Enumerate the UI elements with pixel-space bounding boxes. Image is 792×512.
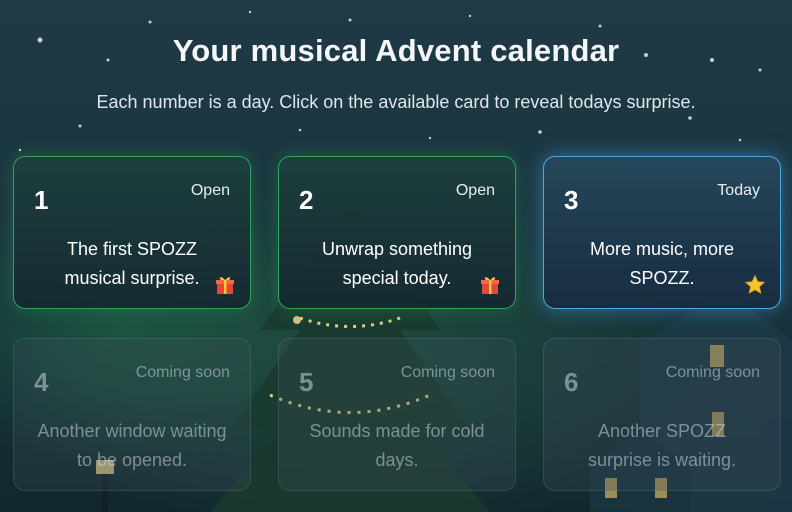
star-icon bbox=[744, 274, 766, 295]
gift-icon bbox=[481, 277, 499, 294]
card-status: Coming soon bbox=[400, 364, 495, 381]
day-card-2[interactable]: 2 Open Unwrap something special today. bbox=[278, 156, 516, 309]
day-number: 1 bbox=[34, 185, 49, 215]
card-description: Another SPOZZ surprise is waiting. bbox=[587, 421, 737, 470]
card-description: Unwrap something special today. bbox=[321, 239, 473, 288]
card-description: The first SPOZZ musical surprise. bbox=[64, 239, 200, 288]
card-description: Sounds made for cold days. bbox=[309, 421, 485, 470]
page-title: Your musical Advent calendar bbox=[172, 33, 620, 68]
gift-icon bbox=[216, 277, 234, 294]
snowflakes bbox=[18, 10, 762, 152]
card-status: Open bbox=[190, 182, 230, 199]
day-card-1[interactable]: 1 Open The first SPOZZ musical surprise. bbox=[13, 156, 251, 309]
card-description: More music, more SPOZZ. bbox=[589, 239, 735, 288]
card-status: Coming soon bbox=[135, 364, 230, 381]
day-card-4: 4 Coming soon Another window waiting to … bbox=[13, 338, 251, 491]
advent-calendar-grid: 1 Open The first SPOZZ musical surprise.… bbox=[13, 156, 783, 494]
day-card-5: 5 Coming soon Sounds made for cold days. bbox=[278, 338, 516, 491]
day-card-3[interactable]: 3 Today More music, more SPOZZ. bbox=[543, 156, 781, 309]
day-number: 4 bbox=[34, 367, 49, 397]
card-status: Today bbox=[717, 182, 760, 199]
card-description: Another window waiting to be opened. bbox=[37, 421, 227, 470]
card-status: Coming soon bbox=[665, 364, 760, 381]
day-number: 5 bbox=[299, 367, 314, 397]
day-card-6: 6 Coming soon Another SPOZZ surprise is … bbox=[543, 338, 781, 491]
day-number: 2 bbox=[299, 185, 314, 215]
day-number: 3 bbox=[564, 185, 579, 215]
card-status: Open bbox=[455, 182, 495, 199]
day-number: 6 bbox=[564, 367, 579, 397]
page-subtitle: Each number is a day. Click on the avail… bbox=[96, 92, 696, 112]
